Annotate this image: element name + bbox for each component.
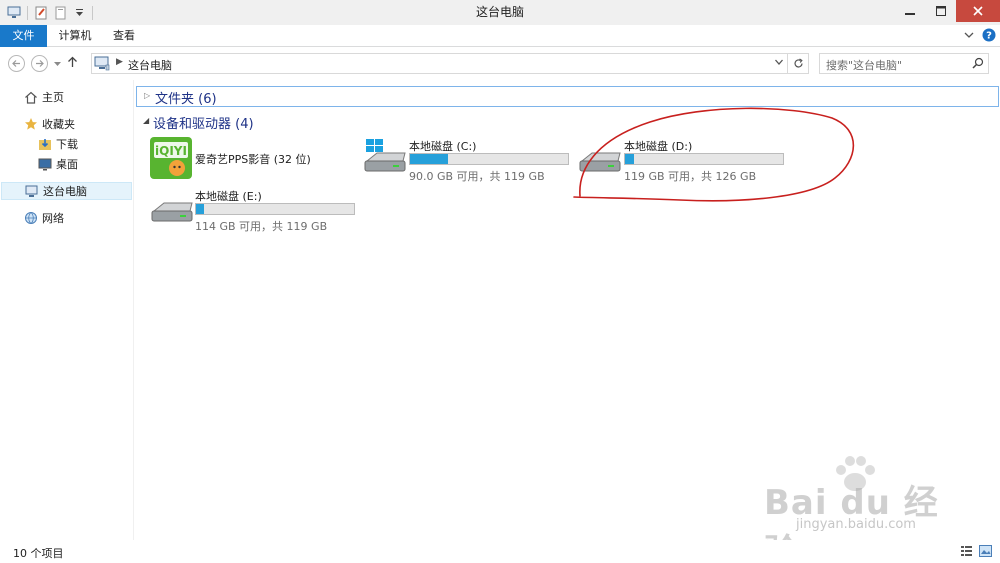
recent-locations-icon[interactable]	[54, 57, 61, 70]
collapse-group-icon[interactable]: ◢	[143, 116, 149, 125]
refresh-icon	[793, 58, 803, 68]
nav-item-this-pc[interactable]: 这台电脑	[1, 182, 132, 200]
app-tile[interactable]: iQIYI 爱奇艺PPS影音 (32 位)	[150, 137, 340, 179]
expand-ribbon-icon[interactable]	[964, 30, 974, 43]
computer-icon	[94, 56, 110, 74]
app-tile-label: 爱奇艺PPS影音 (32 位)	[195, 153, 311, 166]
details-view-icon[interactable]	[960, 545, 973, 560]
star-icon	[25, 118, 37, 130]
back-button[interactable]	[8, 55, 25, 72]
properties-icon[interactable]	[33, 5, 49, 21]
search-placeholder: 搜索"这台电脑"	[826, 59, 903, 72]
computer-icon	[25, 185, 38, 197]
title-bar: 这台电脑	[0, 0, 1000, 25]
nav-item-label: 这台电脑	[43, 185, 87, 198]
minimize-button[interactable]	[894, 0, 925, 22]
nav-item-favorites[interactable]: 收藏夹	[24, 115, 75, 133]
svg-text:?: ?	[986, 31, 992, 42]
refresh-button[interactable]	[788, 53, 809, 74]
expand-group-icon[interactable]: ▷	[144, 91, 150, 100]
maximize-button[interactable]	[925, 0, 956, 22]
quick-access-toolbar	[6, 4, 95, 21]
drive-name: 本地磁盘 (E:)	[195, 190, 262, 203]
large-icons-view-icon[interactable]	[979, 545, 992, 560]
address-dropdown-icon[interactable]	[774, 57, 784, 70]
tab-view[interactable]: 查看	[106, 25, 142, 47]
forward-button[interactable]	[31, 55, 48, 72]
drive-tile-e[interactable]: 本地磁盘 (E:) 114 GB 可用，共 119 GB	[150, 187, 360, 233]
breadcrumb-separator-icon[interactable]: ▶	[116, 57, 123, 67]
drive-name: 本地磁盘 (D:)	[624, 140, 693, 153]
content-pane: ▷ 文件夹 (6) ◢ 设备和驱动器 (4) iQIYI 爱奇艺PPS影音 (3…	[135, 80, 1000, 540]
drive-usage-bar	[624, 153, 784, 165]
drive-info: 90.0 GB 可用，共 119 GB	[409, 170, 545, 183]
view-switcher	[960, 545, 992, 560]
hard-drive-icon	[151, 202, 193, 222]
forward-arrow-icon	[36, 60, 44, 67]
nav-item-label: 主页	[42, 91, 64, 104]
tab-file[interactable]: 文件	[0, 25, 47, 47]
toolbar-separator	[92, 5, 93, 20]
drive-usage-fill	[410, 154, 448, 164]
navigation-pane: 主页 收藏夹 下载 桌面 这台电脑 网络	[0, 80, 134, 540]
drive-info: 114 GB 可用，共 119 GB	[195, 220, 328, 233]
system-drive-icon	[364, 139, 406, 172]
tab-computer[interactable]: 计算机	[55, 25, 95, 47]
customize-qat-icon[interactable]	[71, 5, 87, 21]
hard-drive-icon	[579, 152, 621, 172]
drive-usage-bar	[409, 153, 569, 165]
close-icon	[973, 6, 983, 16]
group-label: 设备和驱动器 (4)	[153, 117, 254, 132]
nav-item-label: 网络	[42, 212, 64, 225]
window-controls	[894, 0, 1000, 22]
back-arrow-icon	[12, 60, 20, 67]
computer-icon[interactable]	[6, 5, 22, 21]
nav-item-home[interactable]: 主页	[24, 88, 64, 106]
desktop-icon	[38, 158, 52, 170]
address-row: ▶ 这台电脑 搜索"这台电脑"	[0, 48, 1000, 80]
drive-usage-fill	[196, 204, 204, 214]
ribbon-right-controls: ?	[964, 28, 996, 45]
toolbar-separator	[27, 5, 28, 20]
help-icon[interactable]: ?	[982, 28, 996, 45]
group-header-folders[interactable]: ▷ 文件夹 (6)	[136, 86, 999, 107]
breadcrumb-this-pc[interactable]: 这台电脑	[128, 57, 172, 73]
item-count: 10 个项目	[13, 547, 64, 560]
search-box[interactable]: 搜索"这台电脑"	[819, 53, 989, 74]
ribbon-tabs: 文件 计算机 查看 ?	[0, 25, 1000, 47]
home-icon	[25, 91, 37, 104]
search-icon[interactable]	[972, 57, 984, 72]
window-title: 这台电脑	[475, 5, 524, 19]
nav-item-network[interactable]: 网络	[24, 209, 64, 227]
downloads-folder-icon	[39, 139, 51, 150]
close-button[interactable]	[956, 0, 1000, 22]
drive-usage-fill	[625, 154, 635, 164]
drive-name: 本地磁盘 (C:)	[409, 140, 477, 153]
nav-item-label: 收藏夹	[42, 118, 75, 131]
svg-text:iQIYI: iQIYI	[155, 144, 187, 158]
network-icon	[25, 212, 37, 224]
nav-item-label: 桌面	[56, 158, 78, 171]
explorer-window: 这台电脑 文件 计算机 查看 ? ▶ 这台电脑 搜索"这台电脑" 主页 收藏夹 …	[0, 0, 1000, 563]
status-bar: 10 个项目	[0, 540, 1000, 563]
group-label: 文件夹 (6)	[155, 92, 217, 107]
nav-item-downloads[interactable]: 下载	[38, 135, 78, 153]
nav-item-label: 下载	[56, 138, 78, 151]
drive-usage-bar	[195, 203, 355, 215]
address-bar[interactable]: ▶ 这台电脑	[91, 53, 788, 74]
nav-item-desktop[interactable]: 桌面	[38, 155, 78, 173]
new-folder-icon[interactable]	[52, 5, 68, 21]
navigation-buttons	[8, 55, 78, 72]
drive-tile-c[interactable]: 本地磁盘 (C:) 90.0 GB 可用，共 119 GB	[363, 137, 573, 183]
up-arrow-icon[interactable]	[67, 56, 78, 71]
iqiyi-app-icon: iQIYI	[150, 137, 192, 179]
drive-tile-d[interactable]: 本地磁盘 (D:) 119 GB 可用，共 126 GB	[578, 137, 788, 183]
drive-info: 119 GB 可用，共 126 GB	[624, 170, 757, 183]
